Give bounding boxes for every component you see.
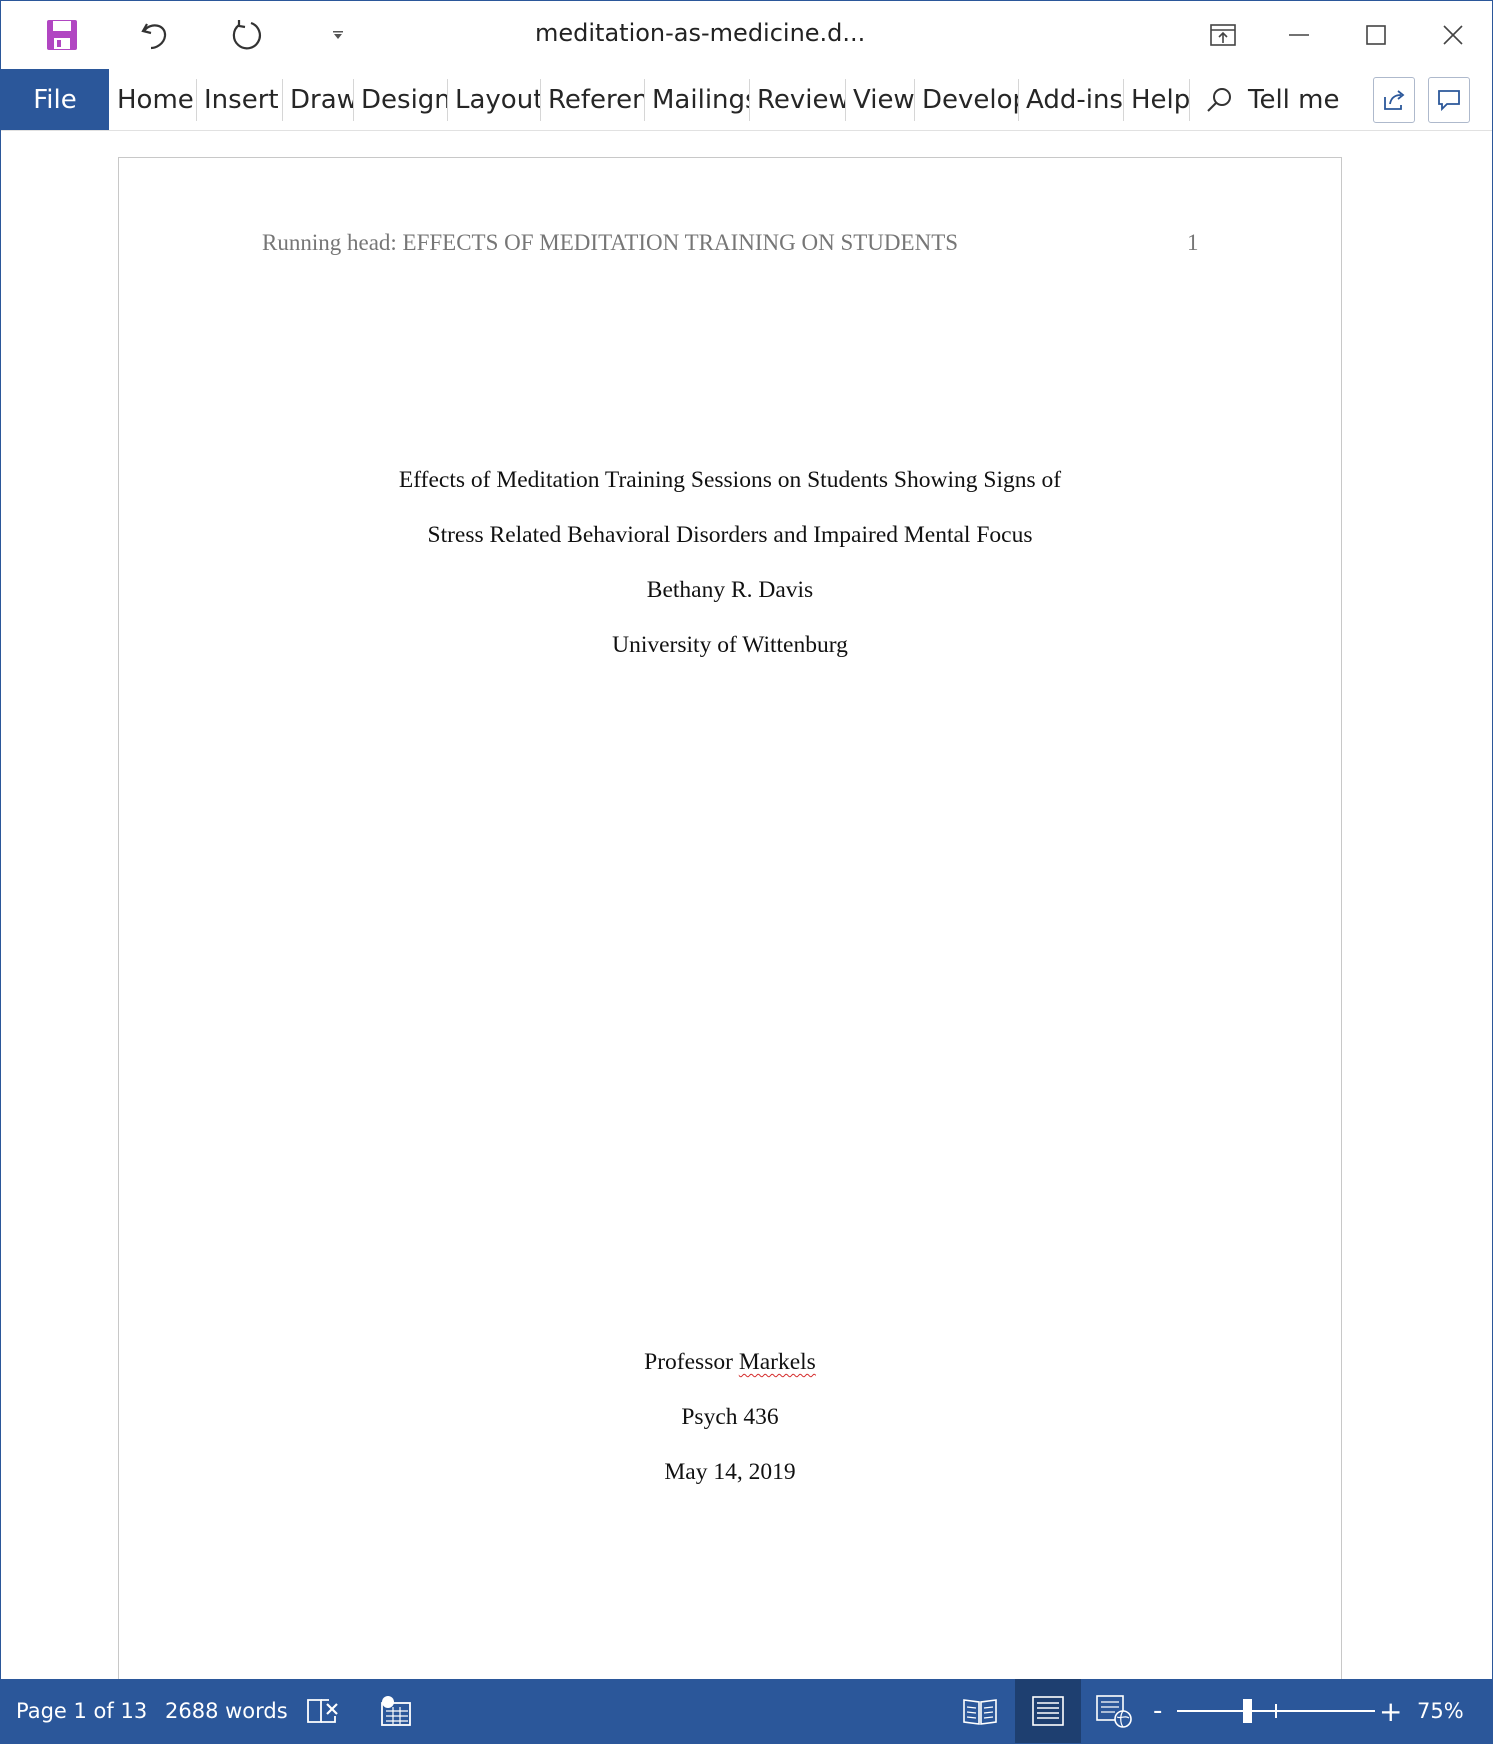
comments-button[interactable]: [1428, 77, 1470, 123]
search-icon: [1207, 87, 1231, 112]
macro-recording-button[interactable]: [375, 1691, 417, 1731]
tab-layout[interactable]: Layout: [447, 69, 540, 130]
close-button[interactable]: [1423, 11, 1483, 59]
print-layout-icon: [1032, 1696, 1064, 1726]
tab-review[interactable]: Review: [749, 69, 845, 130]
zoom-in-button[interactable]: +: [1379, 1679, 1402, 1743]
proofing-book-icon: [307, 1699, 338, 1723]
save-icon: [47, 20, 77, 50]
ribbon-display-icon: [1210, 24, 1236, 46]
tab-help[interactable]: Help: [1123, 69, 1189, 130]
tab-draw[interactable]: Draw: [282, 69, 353, 130]
word-count[interactable]: 2688 words: [165, 1679, 288, 1743]
tab-developer[interactable]: Develop: [914, 69, 1018, 130]
zoom-slider-thumb[interactable]: [1243, 1699, 1252, 1723]
professor-prefix: Professor: [644, 1349, 739, 1375]
redo-button[interactable]: [221, 11, 273, 59]
minimize-icon: [1289, 34, 1309, 36]
tab-references[interactable]: Referenc: [540, 69, 644, 130]
minimize-button[interactable]: [1269, 11, 1329, 59]
tab-add-ins[interactable]: Add-ins: [1018, 69, 1123, 130]
close-icon: [1443, 25, 1463, 45]
title-bar: meditation-as-medicine.d...: [1, 1, 1492, 69]
web-layout-icon: [1096, 1695, 1132, 1728]
institution: University of Wittenburg: [612, 632, 848, 658]
document-title: meditation-as-medicine.d...: [535, 19, 866, 47]
tab-file[interactable]: File: [1, 69, 109, 130]
share-button[interactable]: [1373, 77, 1415, 123]
tab-home[interactable]: Home: [109, 69, 196, 130]
professor-line: Professor Markels: [119, 1349, 1341, 1376]
tell-me-label: Tell me: [1248, 84, 1340, 115]
document-canvas[interactable]: Running head: EFFECTS OF MEDITATION TRAI…: [1, 131, 1492, 1743]
maximize-icon: [1366, 25, 1386, 45]
ribbon-display-options-button[interactable]: [1193, 11, 1253, 59]
word-window: meditation-as-medicine.d... File Home In…: [0, 0, 1493, 1744]
document-page[interactable]: Running head: EFFECTS OF MEDITATION TRAI…: [118, 157, 1342, 1743]
ribbon-tabs: File Home Insert Draw Design Layout Refe…: [1, 69, 1492, 131]
macro-record-icon: [381, 1696, 411, 1726]
comment-icon: [1438, 90, 1460, 112]
zoom-slider-center-tick: [1275, 1704, 1277, 1718]
redo-icon: [232, 20, 261, 50]
course: Psych 436: [681, 1404, 779, 1430]
professor-name-misspelled[interactable]: Markels: [739, 1349, 816, 1375]
print-layout-button[interactable]: [1015, 1679, 1081, 1743]
undo-button[interactable]: [129, 11, 181, 59]
running-head: Running head: EFFECTS OF MEDITATION TRAI…: [262, 230, 959, 255]
status-bar: Page 1 of 13 2688 words - + 75%: [1, 1679, 1492, 1743]
maximize-button[interactable]: [1346, 11, 1406, 59]
read-mode-icon: [963, 1699, 997, 1725]
zoom-out-button[interactable]: -: [1153, 1679, 1162, 1743]
tell-me-search[interactable]: Tell me: [1204, 69, 1340, 130]
date: May 14, 2019: [664, 1459, 796, 1485]
author-name: Bethany R. Davis: [646, 577, 814, 603]
tab-view[interactable]: View: [845, 69, 914, 130]
tab-insert[interactable]: Insert: [196, 69, 282, 130]
title-line-1: Effects of Meditation Training Sessions …: [398, 467, 1062, 493]
title-line-2: Stress Related Behavioral Disorders and …: [427, 522, 1033, 548]
undo-icon: [141, 23, 167, 50]
tab-mailings[interactable]: Mailings: [644, 69, 749, 130]
dropdown-arrow-icon: [333, 31, 343, 39]
read-mode-button[interactable]: [959, 1691, 1001, 1731]
page-count[interactable]: Page 1 of 13: [16, 1679, 147, 1743]
proofing-button[interactable]: [302, 1691, 344, 1731]
save-button[interactable]: [36, 11, 88, 59]
tab-separator: [1189, 79, 1190, 121]
page-number: 1: [1187, 230, 1199, 255]
customize-qat-button[interactable]: [313, 11, 363, 59]
web-layout-button[interactable]: [1093, 1691, 1135, 1731]
share-icon: [1384, 90, 1405, 110]
zoom-level[interactable]: 75%: [1417, 1679, 1464, 1743]
tab-design[interactable]: Design: [353, 69, 447, 130]
